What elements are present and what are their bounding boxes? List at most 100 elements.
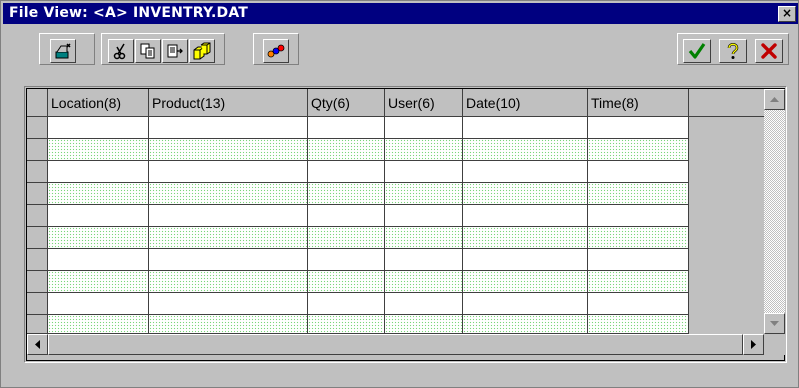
vertical-scrollbar[interactable]	[764, 89, 785, 334]
row-selector[interactable]	[27, 315, 48, 334]
grid-cell[interactable]	[48, 315, 149, 334]
add-record-button[interactable]	[50, 39, 76, 63]
row-selector[interactable]	[27, 249, 48, 271]
cancel-button[interactable]	[755, 39, 783, 63]
grid-cell[interactable]	[588, 161, 689, 183]
grid-corner-header[interactable]	[27, 89, 48, 117]
column-header-user[interactable]: User(6)	[385, 89, 463, 117]
scroll-left-button[interactable]	[27, 334, 48, 355]
grid-cell[interactable]	[463, 161, 588, 183]
grid-cell[interactable]	[149, 315, 308, 334]
grid-cell[interactable]	[48, 183, 149, 205]
grid-cell[interactable]	[149, 117, 308, 139]
grid-cell[interactable]	[463, 183, 588, 205]
grid-cell[interactable]	[48, 117, 149, 139]
column-header-location[interactable]: Location(8)	[48, 89, 149, 117]
row-selector[interactable]	[27, 293, 48, 315]
grid-cell[interactable]	[149, 183, 308, 205]
toolbar-group-records	[39, 33, 95, 65]
grid-cell[interactable]	[149, 205, 308, 227]
grid-cell[interactable]	[48, 227, 149, 249]
grid-cell[interactable]	[385, 271, 463, 293]
objects-button[interactable]	[189, 39, 215, 63]
scroll-up-button[interactable]	[764, 89, 785, 110]
grid-cell[interactable]	[588, 315, 689, 334]
arrow-right-icon	[751, 340, 756, 349]
grid-cell[interactable]	[308, 293, 385, 315]
grid-cell[interactable]	[308, 315, 385, 334]
column-header-qty[interactable]: Qty(6)	[308, 89, 385, 117]
grid-cell[interactable]	[463, 249, 588, 271]
scroll-right-button[interactable]	[743, 334, 764, 355]
grid-cell[interactable]	[48, 293, 149, 315]
grid-cell[interactable]	[149, 249, 308, 271]
grid-cell[interactable]	[385, 227, 463, 249]
grid-cell[interactable]	[308, 271, 385, 293]
grid-cell[interactable]	[385, 315, 463, 334]
copy-button[interactable]	[135, 39, 161, 63]
row-selector[interactable]	[27, 161, 48, 183]
close-button[interactable]: ×	[778, 6, 796, 22]
column-header-product[interactable]: Product(13)	[149, 89, 308, 117]
grid-cell[interactable]	[385, 183, 463, 205]
grid-cell[interactable]	[48, 161, 149, 183]
grid-cell[interactable]	[588, 249, 689, 271]
grid-cell[interactable]	[149, 293, 308, 315]
grid-cell[interactable]	[149, 161, 308, 183]
grid-cell[interactable]	[385, 249, 463, 271]
row-selector[interactable]	[27, 183, 48, 205]
grid-cell[interactable]	[463, 139, 588, 161]
grid-cell[interactable]	[308, 227, 385, 249]
grid-cell[interactable]	[385, 139, 463, 161]
grid-cell[interactable]	[149, 271, 308, 293]
data-grid: Location(8) Product(13) Qty(6) User(6) D…	[26, 88, 785, 361]
grid-cell[interactable]	[48, 139, 149, 161]
row-selector[interactable]	[27, 117, 48, 139]
grid-cell[interactable]	[48, 249, 149, 271]
help-button[interactable]	[719, 39, 747, 63]
grid-cell[interactable]	[463, 293, 588, 315]
grid-cell[interactable]	[588, 183, 689, 205]
grid-cell[interactable]	[149, 139, 308, 161]
grid-cell[interactable]	[308, 139, 385, 161]
row-selector[interactable]	[27, 271, 48, 293]
grid-cell[interactable]	[588, 117, 689, 139]
grid-cell[interactable]	[308, 183, 385, 205]
row-selector[interactable]	[27, 139, 48, 161]
grid-cell[interactable]	[588, 205, 689, 227]
toolbar	[5, 30, 794, 68]
scroll-down-button[interactable]	[764, 313, 785, 334]
grid-cell[interactable]	[463, 205, 588, 227]
grid-cell[interactable]	[308, 249, 385, 271]
horizontal-scrollbar[interactable]	[27, 334, 764, 355]
grid-cell[interactable]	[463, 315, 588, 334]
grid-cell[interactable]	[588, 271, 689, 293]
grid-cell[interactable]	[463, 271, 588, 293]
grid-cell[interactable]	[308, 117, 385, 139]
paste-button[interactable]	[162, 39, 188, 63]
grid-cell[interactable]	[463, 227, 588, 249]
column-header-time[interactable]: Time(8)	[588, 89, 689, 117]
grid-cell[interactable]	[588, 139, 689, 161]
grid-cell[interactable]	[48, 271, 149, 293]
horizontal-scroll-thumb[interactable]	[48, 334, 743, 355]
grid-cell[interactable]	[149, 227, 308, 249]
row-selector[interactable]	[27, 227, 48, 249]
grid-cell[interactable]	[385, 161, 463, 183]
row-selector[interactable]	[27, 205, 48, 227]
grid-cell[interactable]	[308, 161, 385, 183]
grid-cell[interactable]	[588, 293, 689, 315]
grid-cell[interactable]	[48, 205, 149, 227]
abc-button[interactable]	[263, 39, 289, 63]
grid-cell[interactable]	[588, 227, 689, 249]
x-icon	[761, 43, 777, 59]
grid-cell[interactable]	[308, 205, 385, 227]
title-bar[interactable]: File View: <A> INVENTRY.DAT ×	[3, 3, 798, 24]
ok-button[interactable]	[683, 39, 711, 63]
cut-button[interactable]	[108, 39, 134, 63]
column-header-date[interactable]: Date(10)	[463, 89, 588, 117]
grid-cell[interactable]	[385, 205, 463, 227]
grid-cell[interactable]	[385, 293, 463, 315]
grid-cell[interactable]	[463, 117, 588, 139]
grid-cell[interactable]	[385, 117, 463, 139]
